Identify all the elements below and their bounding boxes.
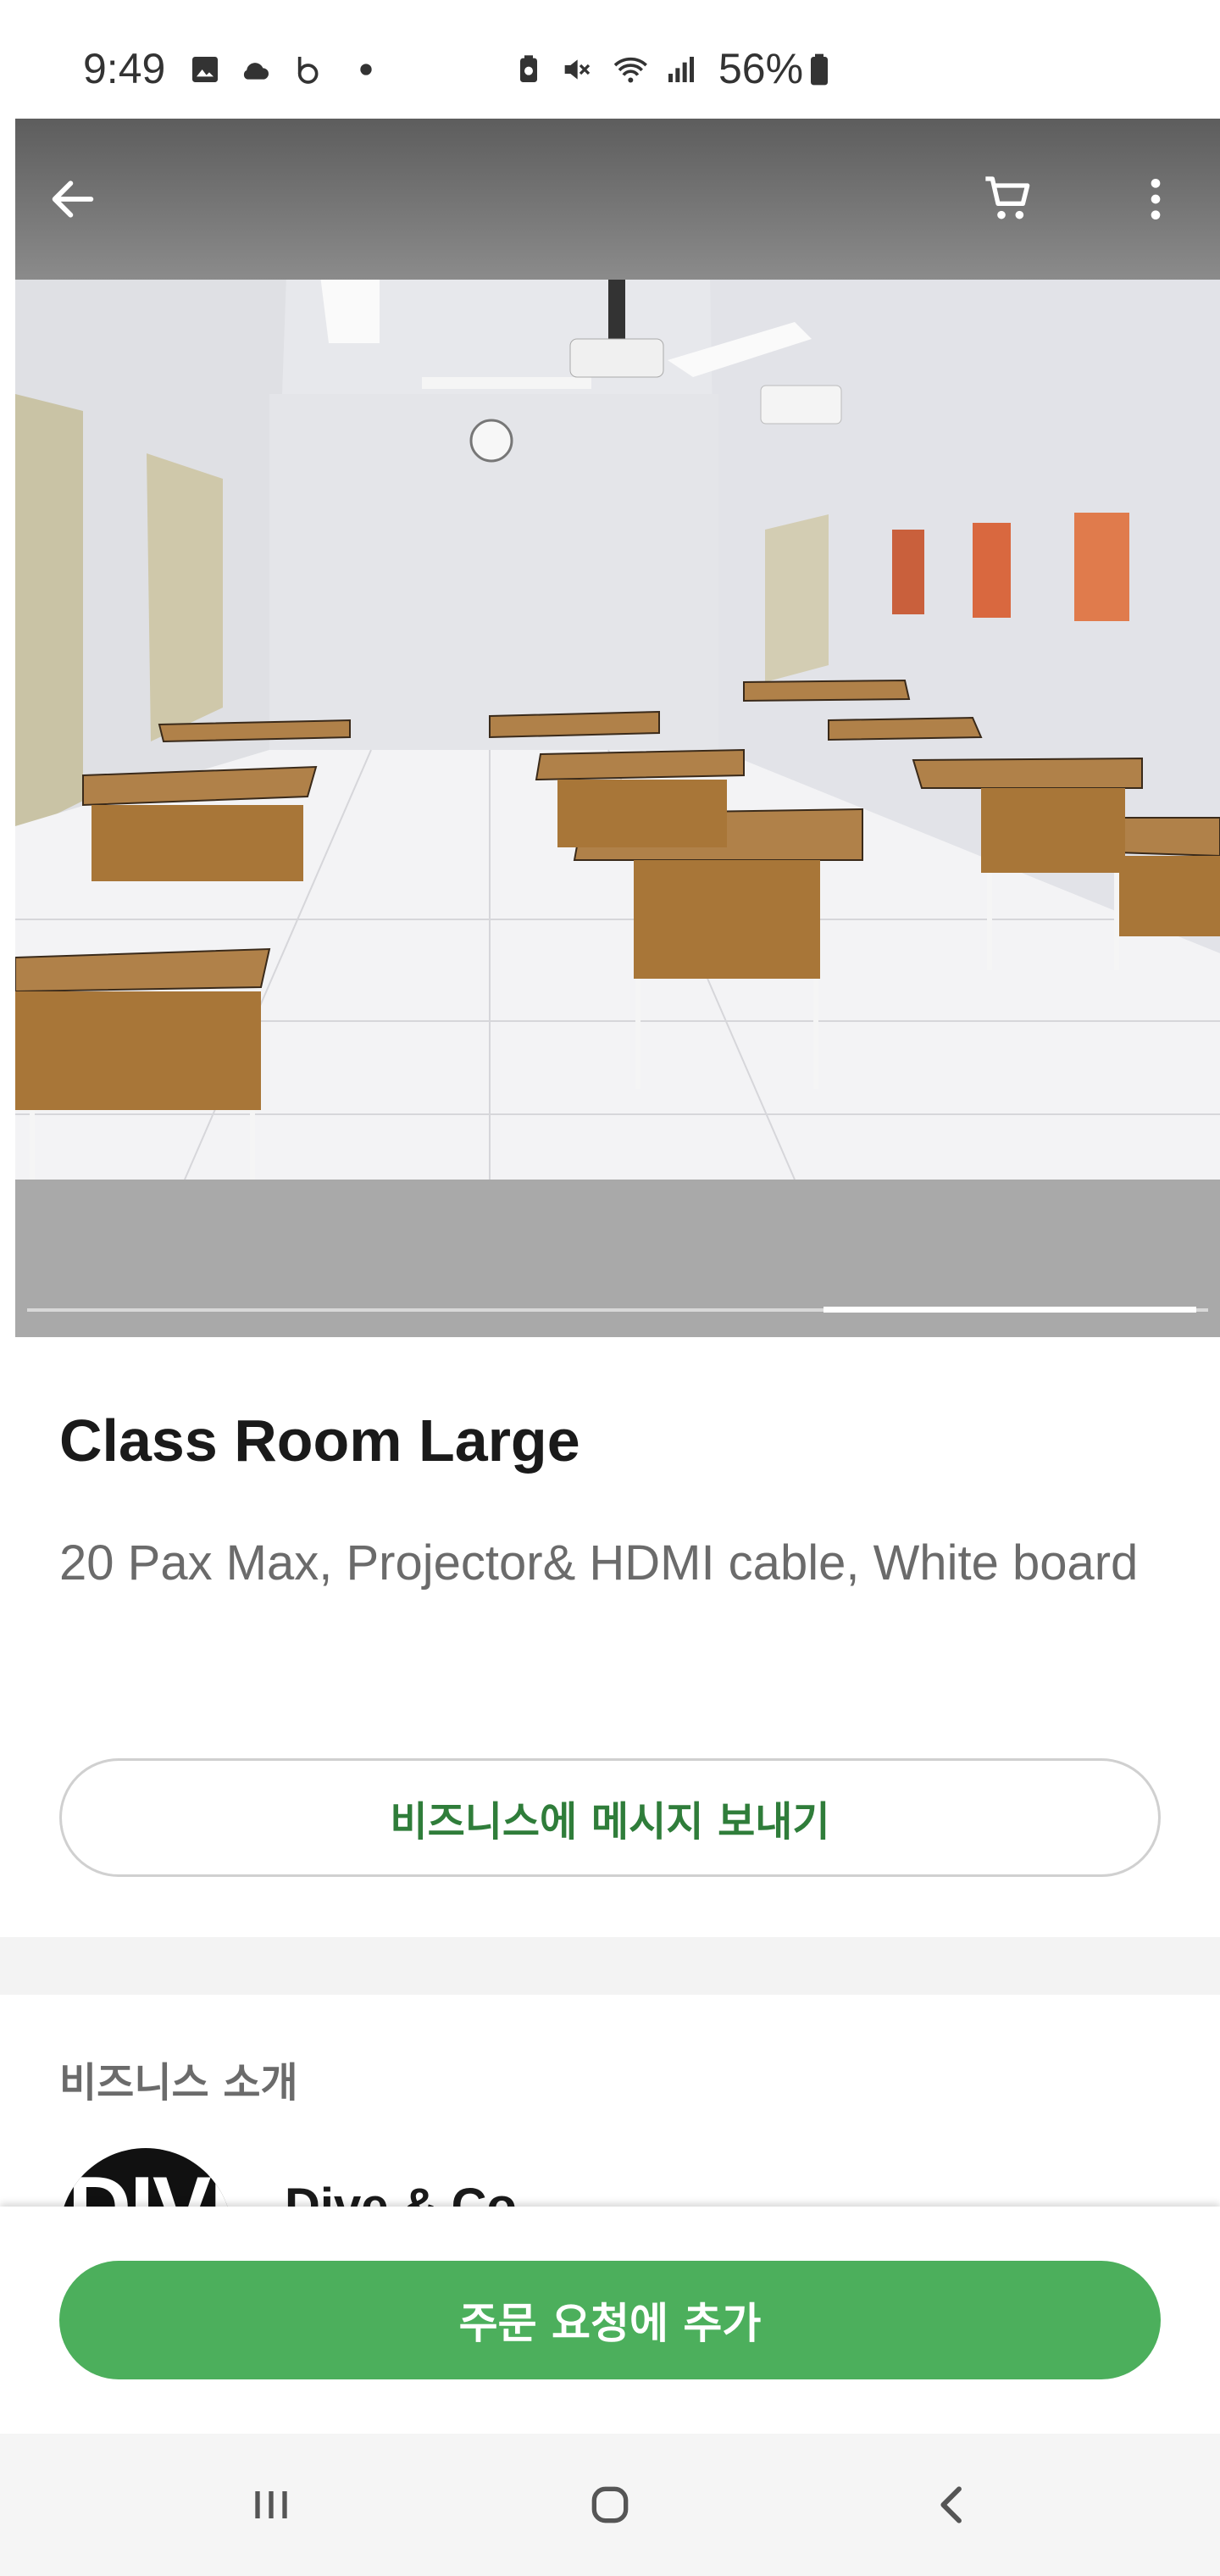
product-image-carousel[interactable] xyxy=(15,119,1220,1337)
cart-button[interactable] xyxy=(968,158,1049,240)
signal-icon xyxy=(668,57,694,82)
add-to-order-request-button[interactable]: 주문 요청에 추가 xyxy=(59,2261,1161,2379)
home-button[interactable] xyxy=(525,2434,695,2576)
status-time: 9:49 xyxy=(83,45,166,92)
nav-back-icon xyxy=(940,2486,962,2523)
business-section-title: 비즈니스 소개 xyxy=(59,2059,298,2107)
battery-saver-icon xyxy=(520,55,537,82)
more-options-button[interactable] xyxy=(1115,158,1196,240)
section-divider xyxy=(0,1937,1220,1995)
system-nav-bar xyxy=(0,2434,1220,2576)
more-vert-icon xyxy=(1151,179,1161,219)
bottom-action-panel: 주문 요청에 추가 xyxy=(0,2207,1220,2434)
status-bar: 9:49 56% xyxy=(0,0,1220,119)
carousel-indicator-active xyxy=(824,1307,1196,1313)
home-icon xyxy=(591,2486,629,2523)
b-app-icon xyxy=(297,57,319,84)
battery-icon xyxy=(811,53,828,86)
cloud-icon xyxy=(243,63,269,80)
message-business-button[interactable]: 비즈니스에 메시지 보내기 xyxy=(59,1758,1161,1877)
wifi-icon xyxy=(613,57,647,83)
back-button[interactable] xyxy=(32,158,114,240)
recents-button[interactable] xyxy=(186,2434,356,2576)
product-title: Class Room Large xyxy=(59,1407,580,1474)
product-description: 20 Pax Max, Projector& HDMI cable, White… xyxy=(59,1535,1139,1591)
gallery-icon xyxy=(192,57,218,82)
cart-icon xyxy=(985,176,1030,219)
battery-percent: 56% xyxy=(718,45,804,92)
product-image xyxy=(15,275,1220,1180)
dot-icon xyxy=(360,64,372,75)
arrow-left-icon xyxy=(52,180,94,218)
recents-icon xyxy=(255,2491,287,2518)
nav-back-button[interactable] xyxy=(868,2434,1037,2576)
mute-icon xyxy=(564,59,591,80)
